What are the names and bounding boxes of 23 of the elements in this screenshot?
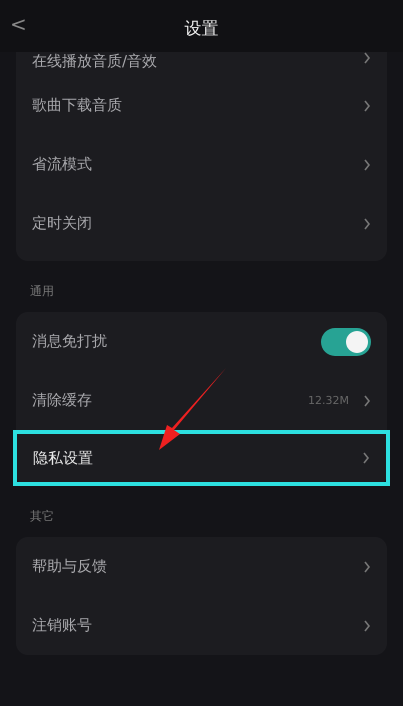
chevron-icon: [363, 100, 371, 112]
chevron-icon: [363, 394, 371, 406]
settings-row[interactable]: 帮助与反馈: [16, 537, 387, 596]
chevron-icon: [362, 452, 370, 464]
settings-row[interactable]: 隐私设置: [13, 430, 390, 486]
settings-row[interactable]: 省流模式: [16, 135, 387, 194]
value-text: 12.32M: [308, 394, 349, 407]
settings-row[interactable]: 定时关闭: [16, 194, 387, 253]
section-title: 其它: [29, 508, 55, 525]
chevron-icon: [363, 158, 371, 170]
settings-row[interactable]: 歌曲下载音质: [16, 76, 387, 135]
chevron-icon: [363, 218, 371, 230]
page-title: 设置: [184, 18, 218, 40]
chevron-icon: [363, 560, 371, 572]
chevron-icon: [363, 620, 371, 632]
chevron-icon: [363, 52, 371, 64]
back-button[interactable]: <: [4, 10, 33, 38]
settings-row[interactable]: 在线播放音质/音效: [16, 52, 387, 76]
section-title: 通用: [29, 283, 55, 300]
toggle-switch[interactable]: [321, 328, 371, 356]
settings-row[interactable]: 清除缓存 12.32M: [16, 371, 387, 430]
settings-row[interactable]: 消息免打扰: [16, 312, 387, 371]
settings-row[interactable]: 注销账号: [16, 596, 387, 655]
